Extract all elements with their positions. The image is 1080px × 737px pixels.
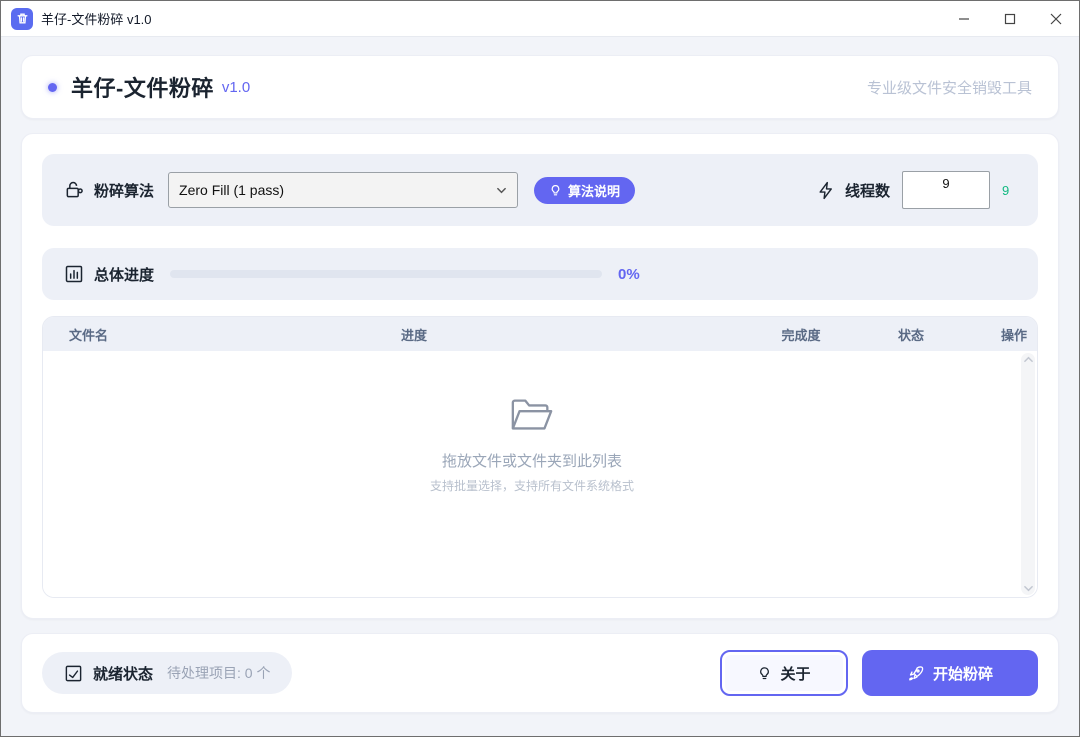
file-table: 文件名 进度 完成度 状态 操作 拖放文件或文件夹到此列表 — [42, 316, 1038, 598]
version-label: v1.0 — [222, 79, 250, 96]
main-card: 粉碎算法 Zero Fill (1 pass) 算法说明 — [21, 133, 1059, 619]
open-folder-icon — [509, 395, 555, 435]
minimize-button[interactable] — [941, 1, 987, 37]
lock-icon — [64, 180, 84, 200]
threads-input[interactable] — [902, 171, 990, 209]
app-icon — [11, 8, 33, 30]
progress-bar — [170, 270, 602, 278]
progress-row: 总体进度 0% — [42, 248, 1038, 300]
chevron-down-icon — [496, 185, 507, 196]
rocket-icon — [907, 665, 924, 682]
empty-title: 拖放文件或文件夹到此列表 — [43, 450, 1021, 471]
algorithm-label: 粉碎算法 — [94, 180, 154, 201]
pending-count-label: 待处理项目: 0 个 — [167, 663, 270, 683]
status-label: 就绪状态 — [93, 663, 153, 684]
col-filename: 文件名 — [69, 325, 401, 344]
about-button[interactable]: 关于 — [720, 650, 848, 696]
scroll-up-icon[interactable] — [1024, 356, 1033, 363]
footer-card: 就绪状态 待处理项目: 0 个 关于 — [21, 633, 1059, 713]
progress-percent: 0% — [618, 266, 640, 283]
threads-label: 线程数 — [845, 180, 890, 201]
lightning-icon — [817, 181, 836, 200]
scroll-down-icon[interactable] — [1024, 585, 1033, 592]
algorithm-help-button[interactable]: 算法说明 — [534, 177, 635, 204]
file-table-header: 文件名 进度 完成度 状态 操作 — [43, 317, 1037, 351]
status-badge: 就绪状态 待处理项目: 0 个 — [42, 652, 292, 694]
file-table-body drop-zone[interactable]: 拖放文件或文件夹到此列表 支持批量选择，支持所有文件系统格式 — [43, 351, 1037, 597]
tagline: 专业级文件安全销毁工具 — [867, 77, 1032, 98]
empty-subtitle: 支持批量选择，支持所有文件系统格式 — [43, 477, 1021, 494]
bulb-icon — [757, 666, 772, 681]
algorithm-select[interactable]: Zero Fill (1 pass) — [168, 172, 518, 208]
bar-chart-icon — [64, 264, 84, 284]
start-shred-label: 开始粉碎 — [933, 663, 993, 684]
col-completion: 完成度 — [741, 325, 861, 344]
close-button[interactable] — [1033, 1, 1079, 37]
col-progress: 进度 — [401, 325, 741, 344]
accent-dot-icon — [48, 83, 57, 92]
threads-hint: 9 — [1002, 183, 1016, 198]
window-title: 羊仔-文件粉碎 v1.0 — [41, 9, 152, 28]
page-title: 羊仔-文件粉碎 — [71, 71, 214, 103]
progress-label: 总体进度 — [94, 264, 154, 285]
header-card: 羊仔-文件粉碎 v1.0 专业级文件安全销毁工具 — [21, 55, 1059, 119]
col-action: 操作 — [961, 325, 1027, 344]
lightbulb-icon — [549, 184, 562, 197]
status-check-icon — [64, 664, 83, 683]
col-status: 状态 — [861, 325, 961, 344]
algorithm-selected-value: Zero Fill (1 pass) — [179, 182, 496, 198]
algorithm-help-label: 算法说明 — [568, 181, 620, 200]
page-body: 羊仔-文件粉碎 v1.0 专业级文件安全销毁工具 粉碎算法 Zero Fill … — [1, 37, 1079, 736]
start-shred-button[interactable]: 开始粉碎 — [862, 650, 1038, 696]
titlebar: 羊仔-文件粉碎 v1.0 — [1, 1, 1079, 37]
vertical-scrollbar[interactable] — [1021, 353, 1035, 595]
empty-state: 拖放文件或文件夹到此列表 支持批量选择，支持所有文件系统格式 — [43, 395, 1021, 494]
algorithm-row: 粉碎算法 Zero Fill (1 pass) 算法说明 — [42, 154, 1038, 226]
about-label: 关于 — [780, 663, 810, 684]
maximize-button[interactable] — [987, 1, 1033, 37]
app-window: 羊仔-文件粉碎 v1.0 羊仔-文件粉碎 v1.0 专业级文件安全销毁工具 — [0, 0, 1080, 737]
